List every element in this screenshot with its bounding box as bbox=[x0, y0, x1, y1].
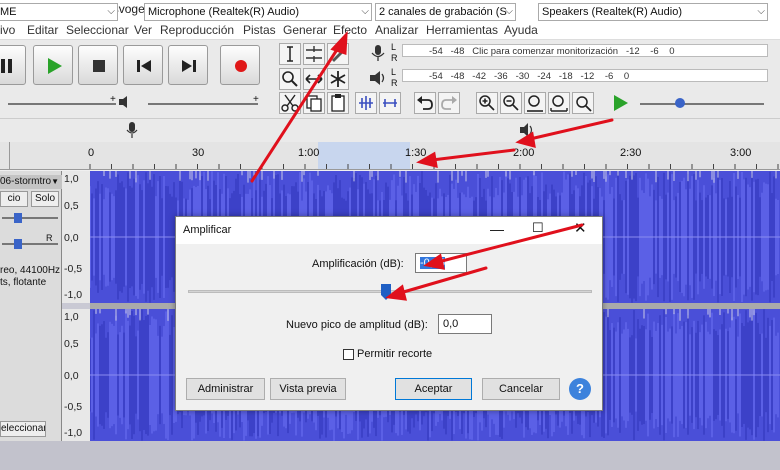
annotation-arrowhead bbox=[330, 30, 348, 56]
annotation-arrow-selection bbox=[430, 148, 516, 162]
annotation-arrow-device bbox=[528, 118, 614, 141]
annotation-arrowhead bbox=[423, 253, 446, 270]
annotation-arrowhead bbox=[515, 131, 536, 149]
annotation-arrowhead bbox=[385, 284, 407, 301]
annotation-arrow-amplification bbox=[436, 223, 584, 264]
annotation-overlay bbox=[250, 30, 614, 301]
annotation-arrow-slider bbox=[398, 266, 488, 295]
annotation-arrow-effect bbox=[250, 43, 342, 183]
annotation-arrowhead bbox=[416, 151, 438, 169]
